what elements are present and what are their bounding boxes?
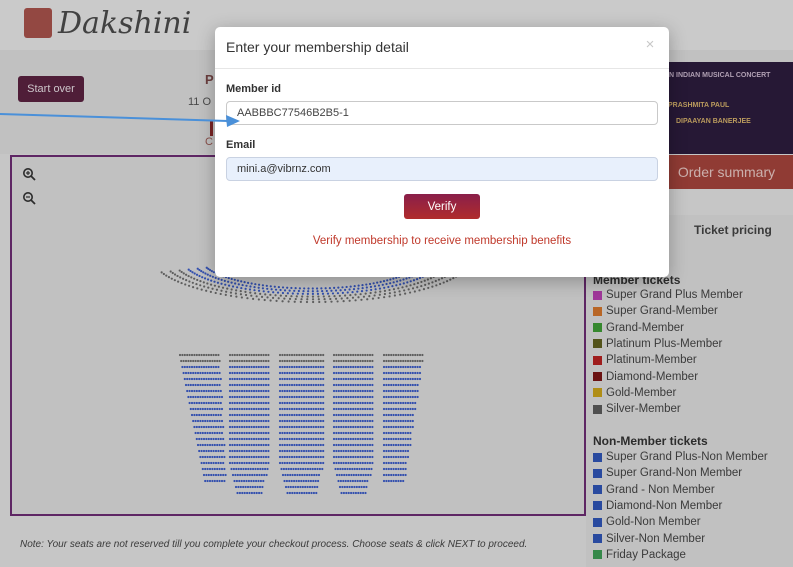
modal-header: Enter your membership detail × bbox=[215, 27, 669, 69]
close-icon[interactable]: × bbox=[642, 37, 658, 53]
membership-modal: Enter your membership detail × Member id… bbox=[215, 27, 669, 277]
email-input[interactable] bbox=[226, 157, 658, 181]
modal-title: Enter your membership detail bbox=[226, 39, 409, 55]
email-label: Email bbox=[226, 139, 256, 151]
verify-membership-note: Verify membership to receive membership … bbox=[312, 235, 572, 247]
verify-button[interactable]: Verify bbox=[404, 194, 480, 219]
member-id-label: Member id bbox=[226, 83, 282, 95]
member-id-input[interactable] bbox=[226, 101, 658, 125]
